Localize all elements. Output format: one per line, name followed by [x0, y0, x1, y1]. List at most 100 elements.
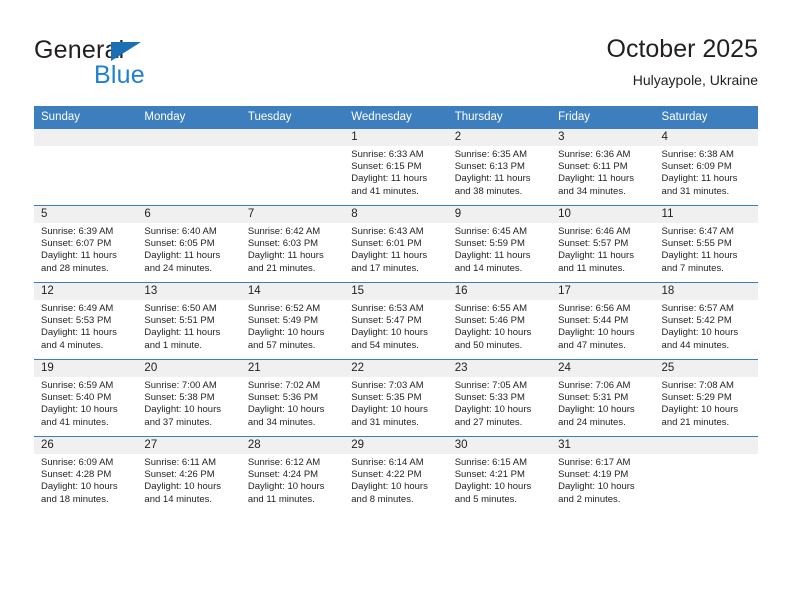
daylight-duration-line1: Daylight: 10 hours: [247, 404, 325, 416]
calendar-day-cell[interactable]: 6 Sunrise: 6:40 AM Sunset: 6:05 PM Daylight…: [137, 205, 241, 283]
calendar-day-cell[interactable]: 3 Sunrise: 6:36 AM Sunset: 6:11 PM Daylight…: [551, 129, 655, 206]
day-number: 19: [34, 360, 138, 377]
sunset-time: Sunset: 5:33 PM: [454, 392, 525, 404]
calendar-day-cell[interactable]: 22 Sunrise: 7:03 AM Sunset: 5:35 PM Dayligh…: [344, 359, 448, 437]
calendar-day-cell[interactable]: 14 Sunrise: 6:52 AM Sunset: 5:49 PM Dayligh…: [240, 282, 345, 360]
sunrise-time: Sunrise: 6:50 AM: [144, 303, 217, 314]
day-number: 2: [447, 129, 552, 146]
day-number: 28: [240, 437, 345, 454]
day-details: Sunrise: 6:59 AM Sunset: 5:40 PM Daylight:…: [34, 377, 137, 429]
calendar-day-cell[interactable]: 5 Sunrise: 6:39 AM Sunset: 6:07 PM Daylight…: [34, 205, 138, 283]
calendar-day-cell[interactable]: 15 Sunrise: 6:53 AM Sunset: 5:47 PM Dayligh…: [344, 282, 448, 360]
calendar-day-cell[interactable]: 30 Sunrise: 6:15 AM Sunset: 4:21 PM Dayligh…: [447, 436, 552, 513]
sunrise-time: Sunrise: 7:08 AM: [661, 380, 734, 391]
calendar-day-cell[interactable]: 11 Sunrise: 6:47 AM Sunset: 5:55 PM Dayligh…: [654, 205, 758, 283]
day-cell-inner: 2 Sunrise: 6:35 AM Sunset: 6:13 PM Daylight…: [447, 129, 552, 205]
calendar-day-cell[interactable]: 1 Sunrise: 6:33 AM Sunset: 6:15 PM Daylight…: [344, 129, 448, 206]
calendar-day-cell[interactable]: 24 Sunrise: 7:06 AM Sunset: 5:31 PM Dayligh…: [551, 359, 655, 437]
calendar-day-cell[interactable]: 2 Sunrise: 6:35 AM Sunset: 6:13 PM Daylight…: [447, 129, 552, 206]
day-details: Sunrise: 6:55 AM Sunset: 5:46 PM Daylight:…: [448, 300, 551, 352]
calendar-day-cell[interactable]: 28 Sunrise: 6:12 AM Sunset: 4:24 PM Dayligh…: [240, 436, 345, 513]
day-number: [34, 129, 138, 146]
day-number: 9: [447, 206, 552, 223]
day-number: 15: [344, 283, 448, 300]
calendar-day-cell[interactable]: 23 Sunrise: 7:05 AM Sunset: 5:33 PM Dayligh…: [447, 359, 552, 437]
day-details: Sunrise: 6:47 AM Sunset: 5:55 PM Daylight:…: [655, 223, 758, 275]
calendar-day-cell[interactable]: 8 Sunrise: 6:43 AM Sunset: 6:01 PM Daylight…: [344, 205, 448, 283]
day-cell-inner: 12 Sunrise: 6:49 AM Sunset: 5:53 PM Dayligh…: [34, 283, 138, 359]
sunrise-time: Sunrise: 6:35 AM: [454, 149, 528, 160]
daylight-duration-line2: and 31 minutes.: [351, 416, 419, 428]
calendar-day-cell[interactable]: 19 Sunrise: 6:59 AM Sunset: 5:40 PM Dayligh…: [34, 359, 138, 437]
day-details: Sunrise: 6:52 AM Sunset: 5:49 PM Daylight:…: [241, 300, 344, 352]
day-details: Sunrise: 6:57 AM Sunset: 5:42 PM Daylight:…: [655, 300, 758, 352]
calendar-day-cell[interactable]: 12 Sunrise: 6:49 AM Sunset: 5:53 PM Dayligh…: [34, 282, 138, 360]
daylight-duration-line2: and 44 minutes.: [661, 339, 730, 351]
day-cell-inner: 28 Sunrise: 6:12 AM Sunset: 4:24 PM Dayligh…: [240, 437, 345, 513]
calendar-day-cell[interactable]: 10 Sunrise: 6:46 AM Sunset: 5:57 PM Dayligh…: [551, 205, 655, 283]
sunrise-time: Sunrise: 6:47 AM: [661, 226, 734, 237]
sunrise-time: Sunrise: 7:03 AM: [351, 380, 424, 391]
title-block: October 2025 Hulyaypole, Ukraine: [607, 34, 759, 90]
calendar-day-cell[interactable]: 27 Sunrise: 6:11 AM Sunset: 4:26 PM Dayligh…: [137, 436, 241, 513]
daylight-duration-line2: and 11 minutes.: [558, 262, 626, 274]
sunrise-time: Sunrise: 6:14 AM: [351, 457, 424, 468]
daylight-duration-line1: Daylight: 10 hours: [144, 481, 221, 493]
day-cell-inner: 9 Sunrise: 6:45 AM Sunset: 5:59 PM Daylight…: [447, 206, 552, 282]
day-number: 27: [137, 437, 241, 454]
day-cell-inner: [240, 129, 345, 205]
daylight-duration-line1: Daylight: 11 hours: [558, 173, 634, 185]
calendar-day-cell[interactable]: 17 Sunrise: 6:56 AM Sunset: 5:44 PM Dayligh…: [551, 282, 655, 360]
general-blue-logo[interactable]: General Blue: [34, 36, 264, 92]
day-number: 3: [551, 129, 655, 146]
day-number: 16: [447, 283, 552, 300]
daylight-duration-line2: and 21 minutes.: [247, 262, 316, 274]
day-number: 10: [551, 206, 655, 223]
day-cell-inner: 23 Sunrise: 7:05 AM Sunset: 5:33 PM Dayligh…: [447, 360, 552, 436]
day-cell-inner: 4 Sunrise: 6:38 AM Sunset: 6:09 PM Daylight…: [654, 129, 758, 205]
daylight-duration-line2: and 7 minutes.: [661, 262, 724, 274]
daylight-duration-line1: Daylight: 10 hours: [351, 481, 428, 493]
day-number: 21: [240, 360, 345, 377]
calendar-day-cell[interactable]: 16 Sunrise: 6:55 AM Sunset: 5:46 PM Dayligh…: [447, 282, 552, 360]
day-number: [654, 437, 758, 454]
daylight-duration-line2: and 28 minutes.: [41, 262, 109, 274]
day-number: 14: [240, 283, 345, 300]
sunrise-time: Sunrise: 6:12 AM: [247, 457, 321, 468]
day-cell-inner: 21 Sunrise: 7:02 AM Sunset: 5:36 PM Dayligh…: [240, 360, 345, 436]
calendar-day-cell[interactable]: 21 Sunrise: 7:02 AM Sunset: 5:36 PM Dayligh…: [240, 359, 345, 437]
calendar-day-cell[interactable]: 7 Sunrise: 6:42 AM Sunset: 6:03 PM Daylight…: [240, 205, 345, 283]
calendar-day-cell[interactable]: 4 Sunrise: 6:38 AM Sunset: 6:09 PM Daylight…: [654, 129, 758, 206]
calendar-day-cell[interactable]: 20 Sunrise: 7:00 AM Sunset: 5:38 PM Dayligh…: [137, 359, 241, 437]
sunrise-time: Sunrise: 6:38 AM: [661, 149, 734, 160]
sunset-time: Sunset: 5:36 PM: [247, 392, 319, 404]
sunrise-time: Sunrise: 6:36 AM: [558, 149, 631, 160]
day-cell-inner: 18 Sunrise: 6:57 AM Sunset: 5:42 PM Dayligh…: [654, 283, 758, 359]
calendar-day-cell[interactable]: 9 Sunrise: 6:45 AM Sunset: 5:59 PM Daylight…: [447, 205, 552, 283]
daylight-duration-line2: and 24 minutes.: [144, 262, 213, 274]
sunset-time: Sunset: 4:22 PM: [351, 469, 422, 481]
daylight-duration-line2: and 50 minutes.: [454, 339, 523, 351]
calendar-day-cell[interactable]: 25 Sunrise: 7:08 AM Sunset: 5:29 PM Dayligh…: [654, 359, 758, 437]
day-cell-inner: 7 Sunrise: 6:42 AM Sunset: 6:03 PM Daylight…: [240, 206, 345, 282]
day-number: 6: [137, 206, 241, 223]
calendar-day-cell[interactable]: 18 Sunrise: 6:57 AM Sunset: 5:42 PM Dayligh…: [654, 282, 758, 360]
sunset-time: Sunset: 6:03 PM: [247, 238, 319, 250]
daylight-duration-line1: Daylight: 11 hours: [247, 250, 324, 262]
day-details: Sunrise: 6:49 AM Sunset: 5:53 PM Daylight:…: [34, 300, 137, 352]
calendar-day-cell[interactable]: 31 Sunrise: 6:17 AM Sunset: 4:19 PM Dayligh…: [551, 436, 655, 513]
day-details: Sunrise: 6:38 AM Sunset: 6:09 PM Daylight:…: [655, 146, 758, 198]
calendar-day-cell[interactable]: 29 Sunrise: 6:14 AM Sunset: 4:22 PM Dayligh…: [344, 436, 448, 513]
calendar-day-cell[interactable]: 13 Sunrise: 6:50 AM Sunset: 5:51 PM Dayligh…: [137, 282, 241, 360]
daylight-duration-line2: and 2 minutes.: [558, 493, 621, 505]
calendar-day-cell: [34, 129, 138, 206]
daylight-duration-line1: Daylight: 10 hours: [454, 404, 532, 416]
sunrise-time: Sunrise: 6:11 AM: [144, 457, 217, 468]
day-number: 20: [137, 360, 241, 377]
day-number: 4: [654, 129, 758, 146]
daylight-duration-line1: Daylight: 10 hours: [351, 404, 428, 416]
weekday-header-thursday: Thursday: [447, 106, 552, 129]
calendar-day-cell[interactable]: 26 Sunrise: 6:09 AM Sunset: 4:28 PM Dayligh…: [34, 436, 138, 513]
day-cell-inner: [654, 437, 758, 513]
day-details: Sunrise: 6:35 AM Sunset: 6:13 PM Daylight:…: [448, 146, 551, 198]
